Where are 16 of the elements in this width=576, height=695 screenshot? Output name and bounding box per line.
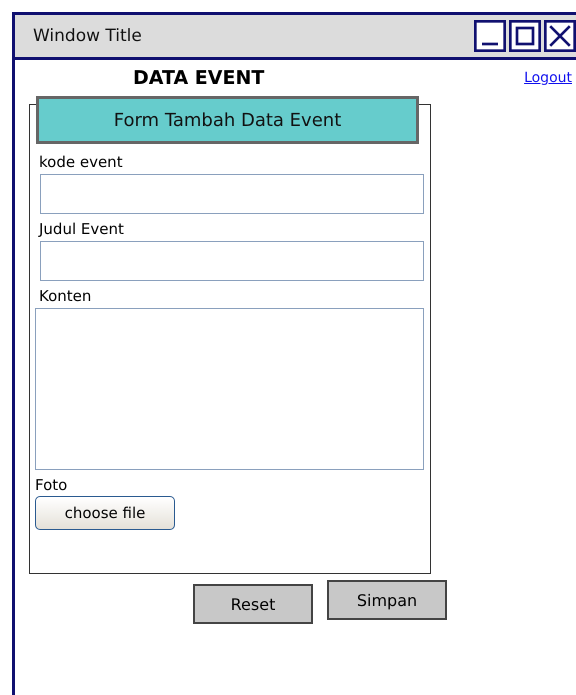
action-button[interactable]: Simpan: [327, 580, 447, 620]
form-title: Form Tambah Data Event: [114, 110, 342, 130]
input-field[interactable]: [40, 174, 424, 214]
input-field[interactable]: [40, 241, 424, 281]
window-title: Window Title: [33, 26, 142, 46]
choose-file-button[interactable]: choose file: [35, 496, 175, 530]
minimize-icon[interactable]: [474, 20, 506, 52]
field-label: Konten: [39, 287, 92, 305]
field-label: kode event: [39, 153, 124, 171]
page-heading: DATA EVENT: [133, 67, 264, 89]
logout-link[interactable]: Logout: [524, 70, 572, 86]
action-button[interactable]: Reset: [193, 584, 313, 624]
field-label: Foto: [35, 476, 68, 494]
field-label: Judul Event: [39, 220, 125, 238]
close-icon[interactable]: [544, 20, 576, 52]
maximize-icon[interactable]: [509, 20, 541, 52]
